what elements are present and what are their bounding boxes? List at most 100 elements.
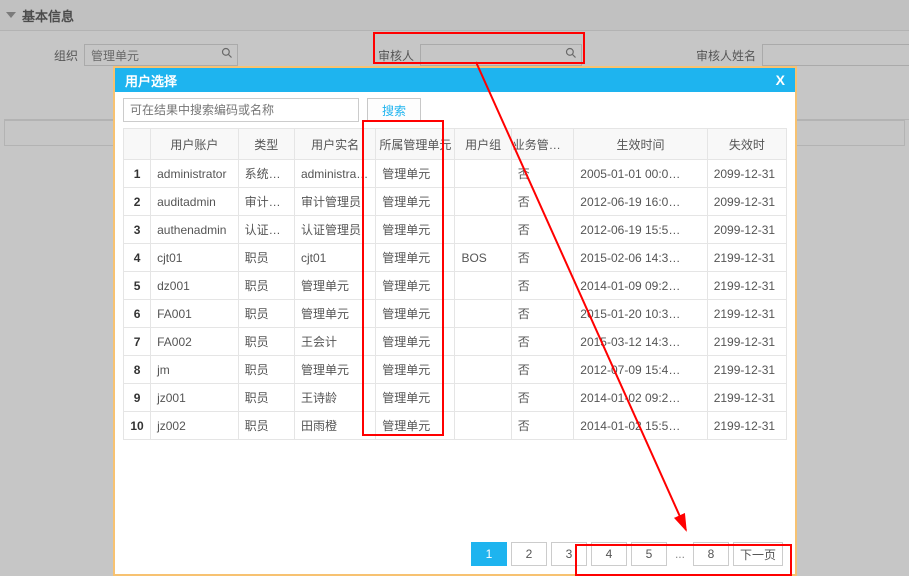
cell-expire: 2099-12-31 — [707, 160, 786, 188]
cell-realname: cjt01 — [294, 244, 375, 272]
dialog-title: 用户选择 — [125, 71, 177, 90]
table-row[interactable]: 9jz001职员王诗龄管理单元否2014-01-02 09:2…2199-12-… — [124, 384, 787, 412]
page-ellipsis: ... — [671, 547, 689, 561]
cell-effective: 2005-01-01 00:0… — [574, 160, 707, 188]
cell-type: 审计管… — [238, 188, 294, 216]
table-row[interactable]: 4cjt01职员cjt01管理单元BOS否2015-02-06 14:3…219… — [124, 244, 787, 272]
table-header-row: 用户账户 类型 用户实名 所属管理单元 用户组 业务管理员 生效时间 失效时 — [124, 129, 787, 160]
cell-account: auditadmin — [151, 188, 239, 216]
cell-type: 职员 — [238, 356, 294, 384]
cell-expire: 2199-12-31 — [707, 244, 786, 272]
col-expire[interactable]: 失效时 — [707, 129, 786, 160]
cell-org: 管理单元 — [376, 300, 455, 328]
cell-effective: 2015-02-06 14:3… — [574, 244, 707, 272]
cell-account: jz001 — [151, 384, 239, 412]
table-row[interactable]: 3authenadmin认证管…认证管理员管理单元否2012-06-19 15:… — [124, 216, 787, 244]
cell-effective: 2015-03-12 14:3… — [574, 328, 707, 356]
col-index — [124, 129, 151, 160]
page-last[interactable]: 8 — [693, 542, 729, 566]
page-2[interactable]: 2 — [511, 542, 547, 566]
cell-effective: 2012-06-19 16:0… — [574, 188, 707, 216]
cell-org: 管理单元 — [376, 328, 455, 356]
cell-account: dz001 — [151, 272, 239, 300]
table-row[interactable]: 5dz001职员管理单元管理单元否2014-01-09 09:2…2199-12… — [124, 272, 787, 300]
cell-effective: 2012-07-09 15:4… — [574, 356, 707, 384]
cell-expire: 2199-12-31 — [707, 412, 786, 440]
col-group[interactable]: 用户组 — [455, 129, 511, 160]
cell-bizadmin: 否 — [511, 272, 574, 300]
page-5[interactable]: 5 — [631, 542, 667, 566]
cell-expire: 2199-12-31 — [707, 328, 786, 356]
cell-effective: 2014-01-09 09:2… — [574, 272, 707, 300]
cell-org: 管理单元 — [376, 244, 455, 272]
cell-org: 管理单元 — [376, 356, 455, 384]
page-1[interactable]: 1 — [471, 542, 507, 566]
pagination: 12345... 8下一页 — [115, 534, 795, 574]
cell-account: FA002 — [151, 328, 239, 356]
row-index: 2 — [124, 188, 151, 216]
table-row[interactable]: 1administrator系统用户administrator管理单元否2005… — [124, 160, 787, 188]
col-account[interactable]: 用户账户 — [151, 129, 239, 160]
cell-account: jm — [151, 356, 239, 384]
close-icon[interactable]: X — [776, 72, 785, 88]
cell-type: 职员 — [238, 412, 294, 440]
user-table: 用户账户 类型 用户实名 所属管理单元 用户组 业务管理员 生效时间 失效时 1… — [123, 128, 787, 440]
table-row[interactable]: 2auditadmin审计管…审计管理员管理单元否2012-06-19 16:0… — [124, 188, 787, 216]
dialog-search-row: 搜索 — [115, 92, 795, 128]
page-4[interactable]: 4 — [591, 542, 627, 566]
user-table-wrap: 用户账户 类型 用户实名 所属管理单元 用户组 业务管理员 生效时间 失效时 1… — [123, 128, 787, 534]
cell-type: 职员 — [238, 272, 294, 300]
cell-bizadmin: 否 — [511, 384, 574, 412]
dialog-titlebar: 用户选择 X — [115, 68, 795, 92]
cell-expire: 2199-12-31 — [707, 384, 786, 412]
table-row[interactable]: 8jm职员管理单元管理单元否2012-07-09 15:4…2199-12-31 — [124, 356, 787, 384]
table-row[interactable]: 7FA002职员王会计管理单元否2015-03-12 14:3…2199-12-… — [124, 328, 787, 356]
cell-group — [455, 356, 511, 384]
cell-bizadmin: 否 — [511, 300, 574, 328]
cell-effective: 2015-01-20 10:3… — [574, 300, 707, 328]
cell-type: 系统用户 — [238, 160, 294, 188]
cell-bizadmin: 否 — [511, 244, 574, 272]
cell-type: 职员 — [238, 328, 294, 356]
page-3[interactable]: 3 — [551, 542, 587, 566]
cell-bizadmin: 否 — [511, 328, 574, 356]
cell-realname: 王会计 — [294, 328, 375, 356]
table-row[interactable]: 6FA001职员管理单元管理单元否2015-01-20 10:3…2199-12… — [124, 300, 787, 328]
cell-effective: 2014-01-02 15:5… — [574, 412, 707, 440]
cell-effective: 2014-01-02 09:2… — [574, 384, 707, 412]
cell-expire: 2199-12-31 — [707, 272, 786, 300]
cell-account: authenadmin — [151, 216, 239, 244]
row-index: 1 — [124, 160, 151, 188]
cell-bizadmin: 否 — [511, 412, 574, 440]
col-realname[interactable]: 用户实名 — [294, 129, 375, 160]
page-next[interactable]: 下一页 — [733, 542, 783, 566]
cell-realname: 审计管理员 — [294, 188, 375, 216]
cell-realname: 认证管理员 — [294, 216, 375, 244]
row-index: 4 — [124, 244, 151, 272]
cell-group — [455, 216, 511, 244]
cell-realname: 管理单元 — [294, 272, 375, 300]
cell-expire: 2099-12-31 — [707, 216, 786, 244]
dialog-search-input[interactable] — [123, 98, 359, 122]
row-index: 5 — [124, 272, 151, 300]
cell-group — [455, 272, 511, 300]
cell-group — [455, 384, 511, 412]
col-bizadmin[interactable]: 业务管理员 — [511, 129, 574, 160]
cell-expire: 2099-12-31 — [707, 188, 786, 216]
col-type[interactable]: 类型 — [238, 129, 294, 160]
cell-type: 职员 — [238, 244, 294, 272]
col-effective[interactable]: 生效时间 — [574, 129, 707, 160]
cell-group — [455, 300, 511, 328]
table-row[interactable]: 10jz002职员田雨橙管理单元否2014-01-02 15:5…2199-12… — [124, 412, 787, 440]
cell-group: BOS — [455, 244, 511, 272]
dialog-search-button[interactable]: 搜索 — [367, 98, 421, 122]
cell-group — [455, 412, 511, 440]
cell-realname: administrator — [294, 160, 375, 188]
cell-group — [455, 188, 511, 216]
col-org[interactable]: 所属管理单元 — [376, 129, 455, 160]
cell-account: administrator — [151, 160, 239, 188]
cell-realname: 管理单元 — [294, 300, 375, 328]
cell-realname: 田雨橙 — [294, 412, 375, 440]
cell-org: 管理单元 — [376, 188, 455, 216]
cell-account: jz002 — [151, 412, 239, 440]
